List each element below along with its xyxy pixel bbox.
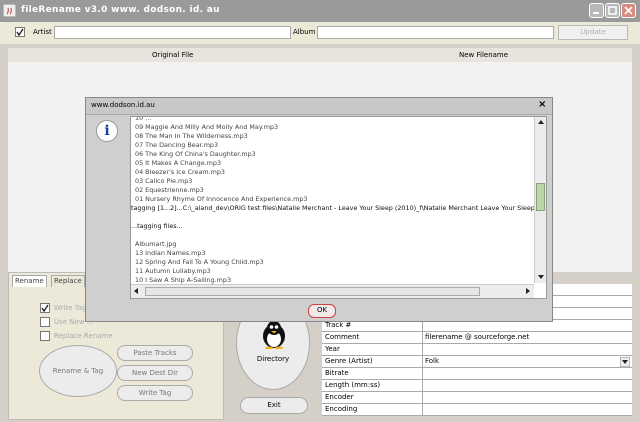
album-label: Album [293, 28, 316, 36]
tab-rename[interactable]: Rename [12, 275, 47, 287]
log-line: 13 Indian Names.mp3 [135, 249, 206, 257]
message-dialog: www.dodson.id.au × i 10 ... 09 Maggie And… [85, 97, 553, 322]
write-tag-button[interactable]: Write Tag [117, 385, 193, 401]
artist-input[interactable] [54, 26, 291, 39]
exit-button[interactable]: Exit [240, 397, 308, 414]
property-key: Track # [325, 321, 352, 329]
property-row-encoder[interactable]: Encoder [322, 392, 632, 404]
file-table-header: Original File New Filename [8, 48, 632, 63]
checkmark-icon [41, 304, 49, 312]
tag-toolbar: Artist Album Update [0, 22, 640, 44]
replace-rename-checkbox[interactable] [40, 331, 50, 341]
log-line: 05 It Makes A Change.mp3 [135, 159, 222, 167]
checkmark-icon [16, 28, 24, 36]
chevron-down-icon[interactable] [620, 357, 630, 367]
write-tag-option-label: Write Tag [54, 304, 87, 312]
hscroll-thumb[interactable] [145, 287, 480, 296]
scroll-down-icon[interactable] [535, 272, 547, 282]
replace-rename-option-label: Replace Rename [54, 332, 113, 340]
maximize-button[interactable] [605, 3, 620, 18]
dialog-title-bar: www.dodson.id.au × [86, 98, 552, 115]
maximize-icon [608, 6, 617, 15]
property-key: Length (mm:ss) [325, 381, 381, 389]
property-key: Year [325, 345, 340, 353]
horizontal-scrollbar[interactable] [131, 284, 534, 298]
log-line: 04 Bleezer's Ice Cream.mp3 [135, 168, 225, 176]
log-line: 06 The King Of China's Daughter.mp3 [135, 150, 256, 158]
property-row-encoding[interactable]: Encoding [322, 404, 632, 416]
log-line: 11 Autumn Lullaby.mp3 [135, 267, 211, 275]
column-new-filename[interactable]: New Filename [459, 51, 508, 59]
artist-label: Artist [33, 28, 52, 36]
penguin-icon [263, 321, 285, 349]
close-button[interactable] [621, 3, 636, 18]
log-line: 08 The Man In The Wilderness.mp3 [135, 132, 248, 140]
log-text-area[interactable]: 10 ... 09 Maggie And Milly And Molly And … [130, 116, 547, 299]
log-line: 10 ... [135, 116, 152, 122]
ok-button[interactable]: OK [308, 304, 336, 318]
scroll-thumb[interactable] [536, 183, 545, 211]
scroll-right-icon[interactable] [523, 285, 533, 297]
property-key: Encoding [325, 405, 358, 413]
directory-label: Directory [256, 355, 290, 363]
log-line: 10 I Saw A Ship A-Sailing.mp3 [135, 276, 232, 284]
log-line: 03 Calico Pie.mp3 [135, 177, 193, 185]
log-line: 09 Maggie And Milly And Molly And May.mp… [135, 123, 279, 131]
column-original-file[interactable]: Original File [152, 51, 193, 59]
log-line: Albumart.jpg [135, 240, 177, 248]
album-input[interactable] [317, 26, 554, 39]
log-line: tagging [1...2]...C:\_aland_dev\ORIG tes… [131, 204, 540, 212]
property-row-year[interactable]: Year [322, 344, 632, 356]
dialog-close-icon[interactable]: × [538, 99, 546, 110]
paste-tracks-button[interactable]: Paste Tracks [117, 345, 193, 361]
log-line: 01 Nursery Rhyme Of Innocence And Experi… [135, 195, 308, 203]
property-row-genre[interactable]: Genre (Artist) Folk [322, 356, 632, 368]
minimize-icon [593, 12, 599, 14]
rename-tag-button[interactable]: Rename & Tag [39, 345, 117, 397]
log-line: 12 Spring And Fall To A Young Child.mp3 [135, 258, 264, 266]
update-button[interactable]: Update [558, 25, 628, 40]
write-tag-checkbox[interactable] [40, 303, 50, 313]
property-key: Encoder [325, 393, 354, 401]
tab-replace[interactable]: Replace [51, 275, 85, 287]
property-key: Comment [325, 333, 360, 341]
info-icon: i [96, 120, 118, 142]
java-app-icon [3, 4, 16, 17]
property-row-comment[interactable]: Comment filerename @ sourceforge.net [322, 332, 632, 344]
genre-select[interactable]: Folk [425, 357, 439, 365]
new-dest-dir-button[interactable]: New Dest Dir [117, 365, 193, 381]
title-bar: fileRename v3.0 www. dodson. id. au [0, 0, 640, 22]
property-key: Genre (Artist) [325, 357, 373, 365]
window-title: fileRename v3.0 www. dodson. id. au [21, 5, 220, 15]
property-row-bitrate[interactable]: Bitrate [322, 368, 632, 380]
scroll-left-icon[interactable] [131, 285, 141, 297]
vertical-scrollbar[interactable] [534, 117, 547, 283]
log-line: 07 The Dancing Bear.mp3 [135, 141, 219, 149]
property-row-length[interactable]: Length (mm:ss) [322, 380, 632, 392]
property-key: Bitrate [325, 369, 349, 377]
log-line: 02 Equestrienne.mp3 [135, 186, 204, 194]
minimize-button[interactable] [589, 3, 604, 18]
scroll-up-icon[interactable] [535, 117, 547, 127]
log-line: ...tagging files... [131, 222, 183, 230]
dialog-title: www.dodson.id.au [91, 101, 155, 109]
use-new-checkbox[interactable] [40, 317, 50, 327]
property-value[interactable]: filerename @ sourceforge.net [425, 333, 529, 341]
artist-checkbox[interactable] [15, 27, 25, 37]
close-icon [624, 6, 633, 15]
